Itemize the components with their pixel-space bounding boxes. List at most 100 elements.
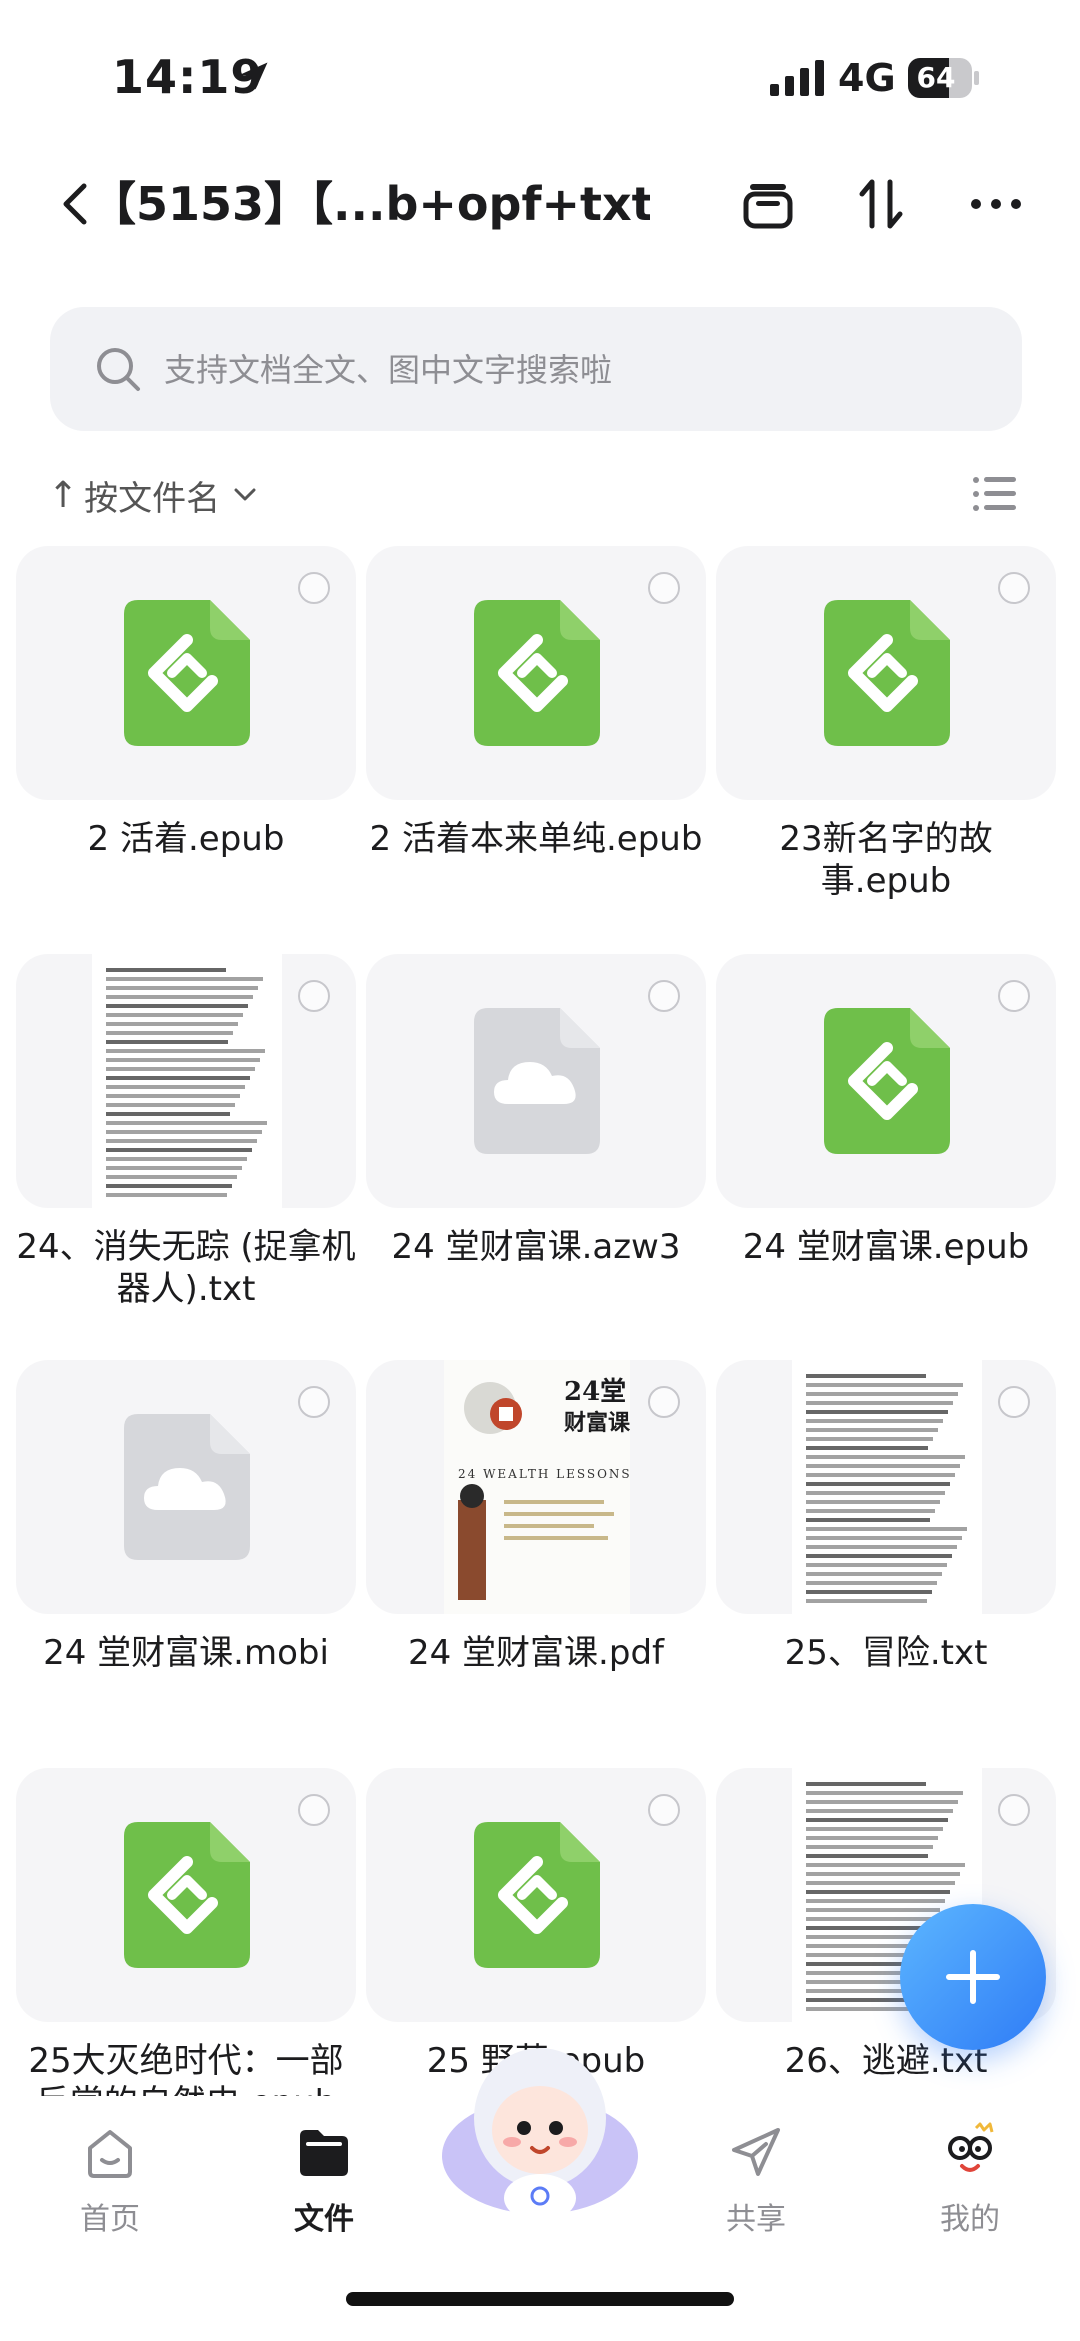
text-preview [792,1360,982,1614]
tab-home[interactable]: 首页 [30,2122,190,2252]
text-line [106,1112,230,1116]
text-line [106,986,258,990]
more-icon[interactable] [966,174,1026,234]
select-radio[interactable] [998,1386,1030,1418]
file-thumbnail: 24堂 财富课 24 WEALTH LESSONS [366,1360,706,1614]
file-thumbnail [366,954,706,1208]
select-radio[interactable] [998,1794,1030,1826]
file-item[interactable]: 23新名字的故事.epub [716,546,1056,952]
select-radio[interactable] [298,572,330,604]
file-name: 2 活着.epub [87,819,285,859]
text-line [106,1013,243,1017]
epub-file-icon [124,600,250,746]
text-line [806,1917,935,1921]
file-thumbnail [366,1768,706,2022]
file-name: 24 堂财富课.mobi [43,1633,329,1673]
search-bar[interactable] [50,307,1022,431]
sort-button[interactable]: ↑ 按文件名 [48,470,258,520]
text-line [106,1058,260,1062]
file-item[interactable]: 25、冒险.txt [716,1360,1056,1766]
home-icon [88,2130,132,2178]
file-name: 24 堂财富课.epub [742,1227,1030,1267]
pdf-cover-title: 24堂 [564,1377,626,1407]
search-input[interactable] [162,331,986,409]
select-radio[interactable] [298,1386,330,1418]
tab-files[interactable]: 文件 [244,2122,404,2252]
text-line [806,1383,963,1387]
text-line [806,1581,937,1585]
text-line [106,1076,250,1080]
text-line [806,1854,928,1858]
archive-icon[interactable] [738,174,798,234]
search-icon [97,348,140,391]
svg-text:财富课: 财富课 [564,1410,630,1436]
text-line [806,1791,963,1795]
file-name: 24 堂财富课.azw3 [391,1227,681,1267]
text-line [106,1166,242,1170]
text-line [806,1410,948,1414]
file-thumbnail [366,546,706,800]
file-item[interactable]: 24、消失无踪 (捉拿机器人).txt [16,954,356,1360]
folder-title: 【5153】【...b+opf+txt】 [90,177,650,231]
text-line [806,1419,943,1423]
add-button[interactable] [900,1904,1046,2050]
text-line [106,1157,247,1161]
tab-label: 首页 [80,2202,140,2237]
mascot-icon[interactable] [440,2038,640,2228]
file-name: 2 活着本来单纯.epub [369,819,703,859]
file-thumbnail [16,1768,356,2022]
epub-file-icon [474,1822,600,1968]
text-line [806,1782,926,1786]
file-item[interactable]: 25大灭绝时代：一部反常的自然史.epub [16,1768,356,2096]
select-radio[interactable] [648,980,680,1012]
select-radio[interactable] [298,1794,330,1826]
select-radio[interactable] [998,572,1030,604]
select-radio[interactable] [648,572,680,604]
tab-profile[interactable]: 我的 [890,2122,1050,2252]
file-thumbnail [16,954,356,1208]
text-line [106,1175,237,1179]
battery-level: 64 [916,61,956,94]
text-line [806,1599,927,1603]
list-view-icon[interactable] [972,474,1016,514]
share-icon [732,2128,780,2176]
file-name: 25、冒险.txt [784,1633,988,1673]
battery-icon: 64 [908,58,980,98]
file-item[interactable]: 24 堂财富课.mobi [16,1360,356,1766]
text-line [106,1094,240,1098]
file-item[interactable]: 2 活着.epub [16,546,356,952]
text-line [806,1890,950,1894]
sort-label: 按文件名 [84,478,221,519]
text-line [806,1500,940,1504]
select-radio[interactable] [648,1386,680,1418]
file-item[interactable]: 2 活着本来单纯.epub [366,546,706,952]
file-item[interactable]: 24堂 财富课 24 WEALTH LESSONS 24 堂财富课.pdf [366,1360,706,1766]
text-line [106,1085,245,1089]
tab-share[interactable]: 共享 [676,2122,836,2252]
text-line [806,1473,955,1477]
file-thumbnail [716,954,1056,1208]
select-radio[interactable] [648,1794,680,1826]
tab-label: 文件 [294,2202,354,2237]
text-preview [92,954,282,1208]
file-thumbnail [16,1360,356,1614]
file-item[interactable]: 24 堂财富课.azw3 [366,954,706,1360]
sort-order-icon[interactable] [852,174,912,234]
pdf-cover-preview: 24堂 财富课 24 WEALTH LESSONS [444,1360,631,1614]
select-radio[interactable] [998,980,1030,1012]
file-grid: 2 活着.epub 2 活着本来单纯.epub 23新名字的故事.epub 24… [0,546,1080,2096]
text-line [806,1518,930,1522]
file-item[interactable]: 24 堂财富课.epub [716,954,1056,1360]
text-line [106,995,253,999]
text-line [106,1040,228,1044]
text-line [806,1827,943,1831]
text-line [106,977,263,981]
select-radio[interactable] [298,980,330,1012]
text-line [806,1491,945,1495]
text-line [806,1554,952,1558]
text-line [806,1392,958,1396]
pdf-cover-english: 24 WEALTH LESSONS [458,1467,630,1481]
plus-icon [946,1950,1000,2004]
file-name: 24、消失无踪 (捉拿机器人).txt [16,1227,356,1309]
text-line [106,1031,233,1035]
